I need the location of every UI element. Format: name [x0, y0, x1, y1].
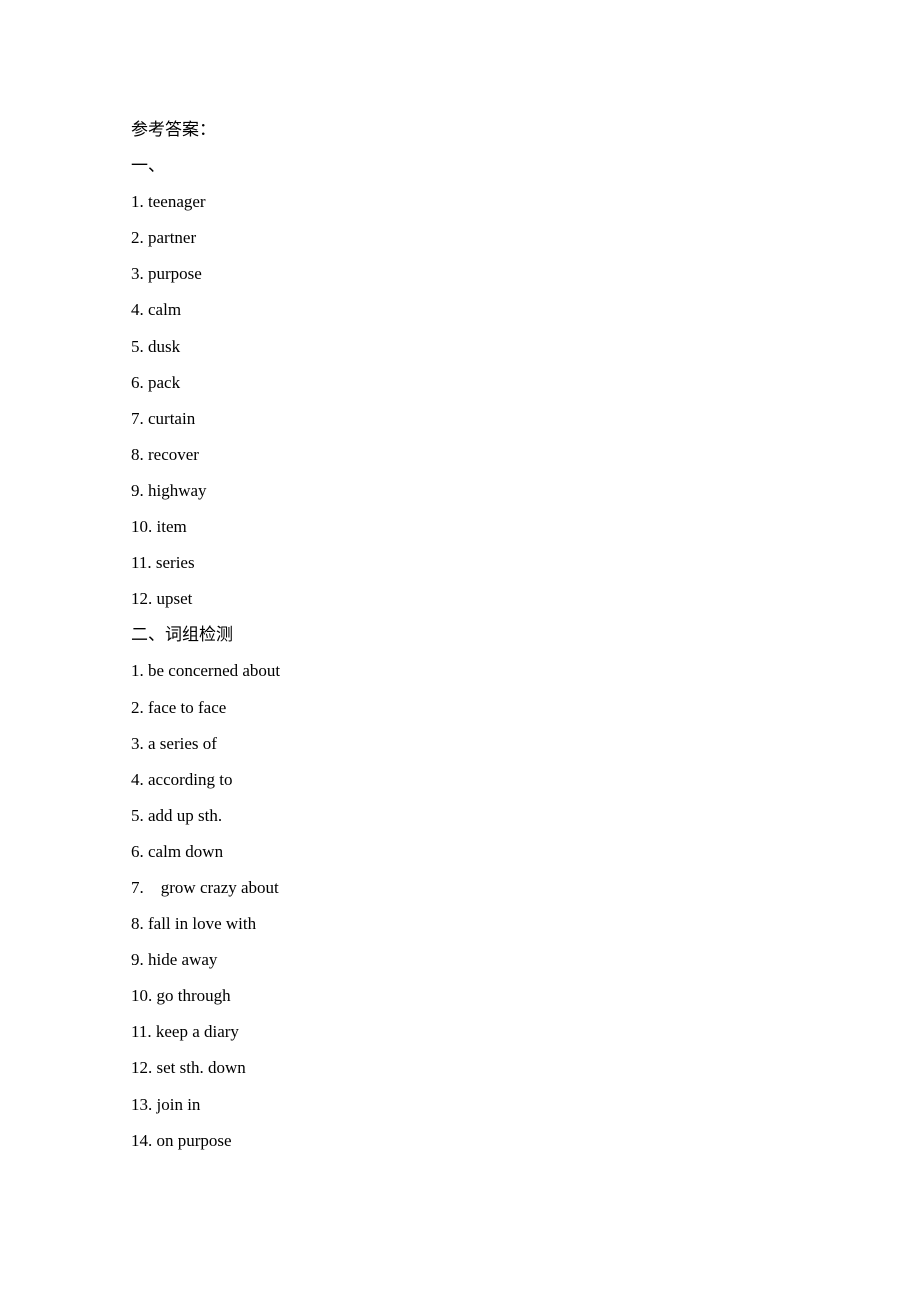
answer-item: 14. on purpose	[131, 1130, 232, 1150]
section-2-heading: 二、词组检测	[131, 625, 233, 645]
answer-item: 12. set sth. down	[131, 1058, 246, 1078]
document-title: 参考答案：	[131, 120, 216, 139]
answer-item: 13. join in	[131, 1094, 201, 1114]
answer-item: 1. teenager	[131, 192, 206, 212]
answer-item: 12. upset	[131, 589, 193, 609]
answer-document: 参考答案： 一、 1. teenager 2. partner 3. purpose…	[131, 116, 280, 1163]
answer-item: 1. be concerned about	[131, 661, 281, 681]
answer-item: 11. series	[131, 553, 195, 573]
answer-item: 9. hide away	[131, 950, 218, 970]
answer-item: 7. grow crazy about	[131, 877, 279, 897]
answer-item: 3. a series of	[131, 733, 217, 753]
answer-item: 2. face to face	[131, 697, 227, 717]
answer-item: 8. recover	[131, 444, 199, 464]
answer-item: 10. item	[131, 517, 187, 537]
answer-item: 6. pack	[131, 372, 181, 392]
answer-item: 11. keep a diary	[131, 1022, 239, 1042]
section-1-list: 1. teenager 2. partner 3. purpose 4. calm 5.…	[131, 188, 280, 621]
answer-item: 5. dusk	[131, 336, 181, 356]
answer-item: 7. curtain	[131, 408, 196, 428]
answer-item: 8. fall in love with	[131, 914, 257, 934]
answer-item: 5. add up sth.	[131, 805, 223, 825]
answer-item: 9. highway	[131, 480, 207, 500]
answer-item: 3. purpose	[131, 264, 202, 284]
section-2-list: 1. be concerned about 2. face to face 3. a…	[131, 657, 280, 1162]
answer-item: 10. go through	[131, 986, 231, 1006]
answer-item: 4. according to	[131, 769, 233, 789]
answer-item: 2. partner	[131, 228, 197, 248]
section-1-heading: 一、	[131, 156, 165, 176]
answer-item: 6. calm down	[131, 841, 224, 861]
answer-item: 4. calm	[131, 300, 182, 320]
